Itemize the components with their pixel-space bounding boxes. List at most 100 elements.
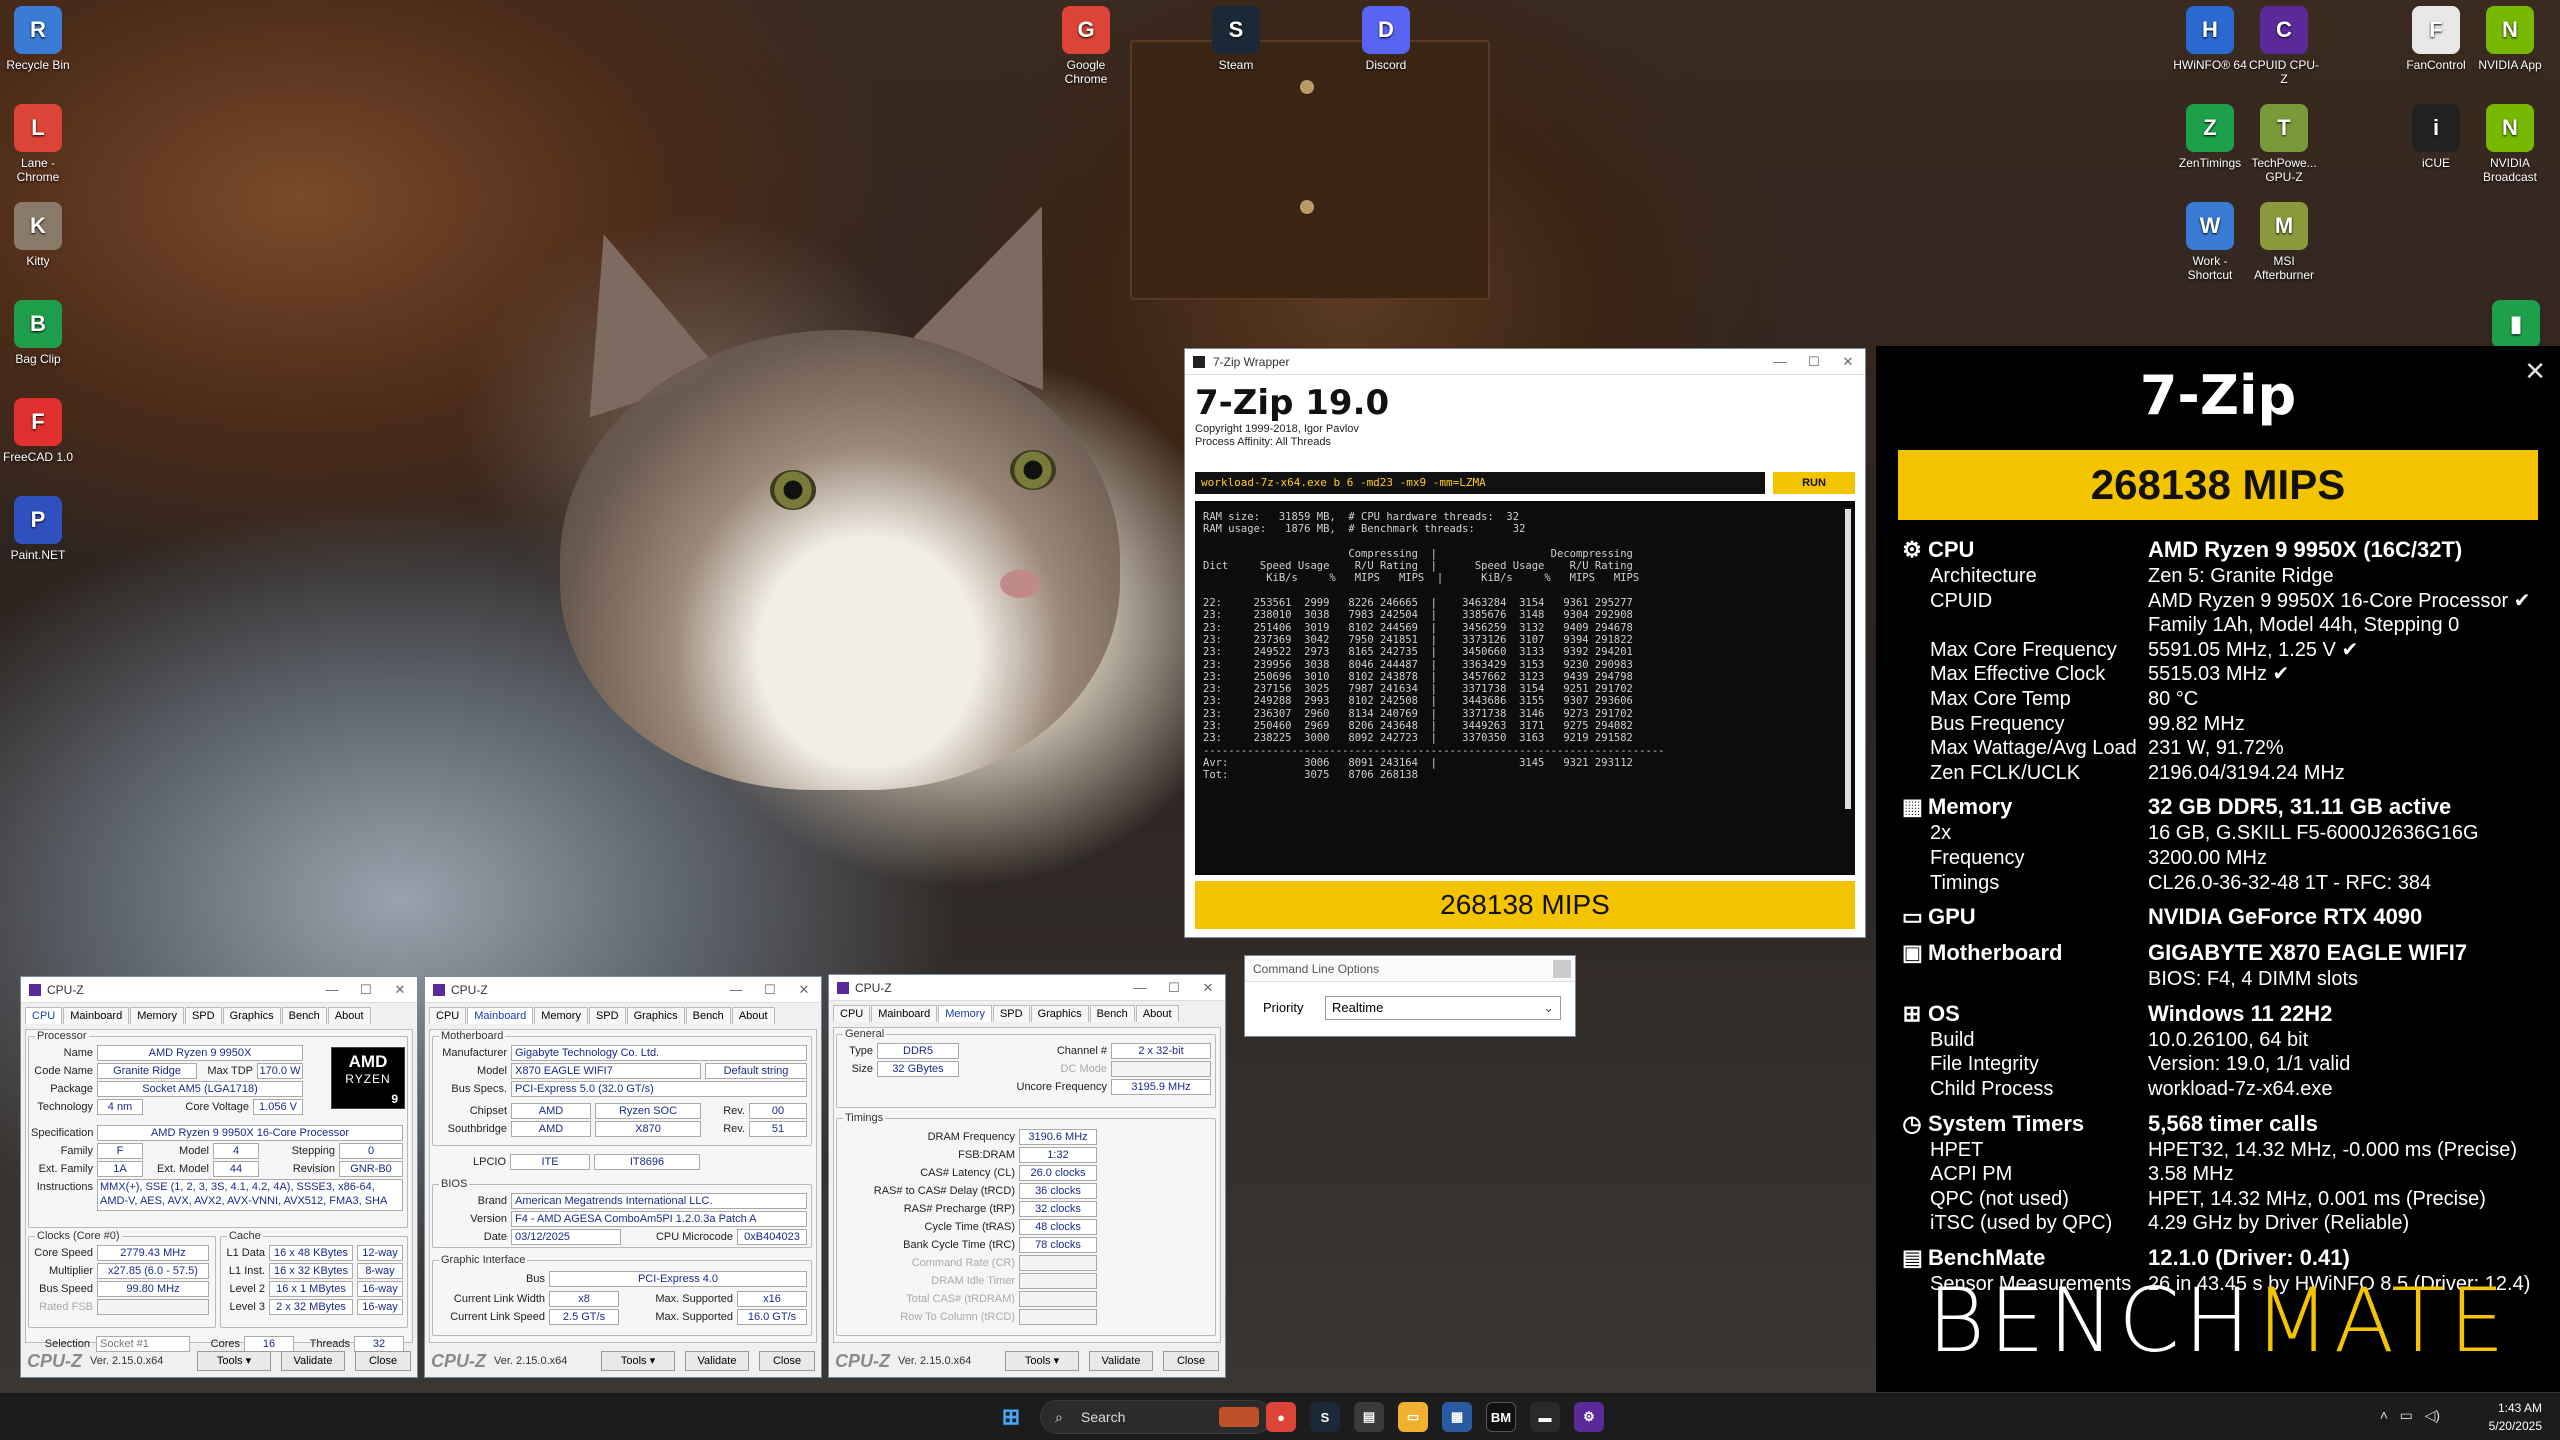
tab-graphics[interactable]: Graphics	[222, 1007, 281, 1024]
tab-spd[interactable]: SPD	[992, 1005, 1030, 1022]
priority-select[interactable]: Realtime ⌄	[1325, 996, 1561, 1020]
minimize-icon[interactable]: —	[1123, 980, 1157, 996]
validate-button[interactable]: Validate	[685, 1351, 749, 1371]
close-button[interactable]: Close	[1163, 1351, 1219, 1371]
minimize-icon[interactable]: —	[315, 982, 349, 998]
tab-about[interactable]: About	[1135, 1005, 1179, 1022]
clock[interactable]: 1:43 AM 5/20/2025	[2489, 1399, 2542, 1435]
title-bar[interactable]: CPU-Z — ☐ ✕	[829, 975, 1225, 1001]
maximize-icon[interactable]: ☐	[753, 982, 787, 998]
tab-graphics[interactable]: Graphics	[1030, 1005, 1089, 1022]
title-bar[interactable]: CPU-Z — ☐ ✕	[425, 977, 821, 1003]
cpuz-window-cpu[interactable]: CPU-Z — ☐ ✕ CPU Mainboard Memory SPD Graphics Be…	[20, 976, 418, 1378]
manufacturer-value: Gigabyte Technology Co. Ltd.	[511, 1045, 807, 1061]
tab-mainboard[interactable]: Mainboard	[871, 1005, 938, 1022]
tab-mainboard[interactable]: Mainboard	[63, 1007, 130, 1024]
desktop-icon[interactable]: G Google Chrome	[1048, 6, 1124, 86]
desktop-icon[interactable]: N NVIDIA App	[2472, 6, 2548, 72]
desktop-icon[interactable]: C CPUID CPU-Z	[2246, 6, 2322, 86]
title-bar[interactable]: 7-Zip Wrapper — ☐ ✕	[1185, 349, 1865, 375]
desktop-icon[interactable]: W Work - Shortcut	[2172, 202, 2248, 282]
close-button[interactable]: Close	[759, 1351, 815, 1371]
file-explorer-icon[interactable]: ▭	[1398, 1402, 1428, 1432]
desktop-icon[interactable]: M MSI Afterburner	[2246, 202, 2322, 282]
cpuz-app-icon	[837, 981, 849, 994]
task-manager-icon[interactable]: ▤	[1354, 1402, 1384, 1432]
tab-bench[interactable]: Bench	[685, 1007, 731, 1024]
tab-graphics[interactable]: Graphics	[626, 1007, 685, 1024]
l2-value: 16 x 1 MBytes	[269, 1281, 353, 1297]
validate-button[interactable]: Validate	[281, 1351, 345, 1371]
close-icon[interactable]: ✕	[383, 982, 417, 998]
tab-cpu[interactable]: CPU	[429, 1007, 467, 1024]
7zip-wrapper-window[interactable]: 7-Zip Wrapper — ☐ ✕ 7-Zip 19.0 Copyright 1…	[1184, 348, 1866, 938]
desktop-icon[interactable]: Z ZenTimings	[2172, 104, 2248, 170]
console-scrollbar[interactable]	[1845, 509, 1851, 809]
benchmark-console: RAM size: 31859 MB, # CPU hardware threa…	[1195, 501, 1855, 875]
benchmate-taskbar-icon[interactable]: BM	[1486, 1402, 1516, 1432]
maximize-icon[interactable]: ☐	[349, 982, 383, 998]
cpuz-taskbar-icon[interactable]: ⚙	[1574, 1402, 1604, 1432]
close-icon[interactable]: ✕	[787, 982, 821, 998]
clo-close-icon[interactable]	[1553, 960, 1571, 978]
desktop-icon[interactable]: S Steam	[1198, 6, 1274, 72]
tab-cpu[interactable]: CPU	[25, 1007, 63, 1024]
tab-about[interactable]: About	[327, 1007, 371, 1024]
desktop-icon[interactable]: T TechPowe... GPU-Z	[2246, 104, 2322, 184]
desktop-icon[interactable]: B Bag Clip	[0, 300, 76, 366]
tab-cpu[interactable]: CPU	[833, 1005, 871, 1022]
tab-bench[interactable]: Bench	[281, 1007, 327, 1024]
minimize-icon[interactable]: —	[1763, 354, 1797, 370]
tab-spd[interactable]: SPD	[588, 1007, 626, 1024]
group-label: Graphic Interface	[439, 1254, 528, 1266]
tab-memory[interactable]: Memory	[534, 1007, 588, 1024]
close-button[interactable]: Close	[355, 1351, 411, 1371]
desktop-icon[interactable]: N NVIDIA Broadcast	[2472, 104, 2548, 184]
run-button[interactable]: RUN	[1773, 472, 1855, 494]
bm-row: Child Process workload-7z-x64.exe	[1876, 1077, 2560, 1101]
desktop-icon[interactable]: D Discord	[1348, 6, 1424, 72]
maximize-icon[interactable]: ☐	[1157, 980, 1191, 996]
chrome-icon[interactable]: ●	[1266, 1402, 1296, 1432]
validate-button[interactable]: Validate	[1089, 1351, 1153, 1371]
search-box[interactable]: ⌕ Search	[1040, 1400, 1272, 1434]
command-line-options-window[interactable]: Command Line Options Priority Realtime ⌄	[1244, 955, 1576, 1037]
desktop-icon[interactable]: P Paint.NET	[0, 496, 76, 562]
nvidia-broadcast-icon: N	[2486, 104, 2534, 152]
tools-button[interactable]: Tools ▾	[1005, 1351, 1079, 1371]
tab-memory[interactable]: Memory	[938, 1005, 992, 1022]
desktop-icon[interactable]: H HWiNFO® 64	[2172, 6, 2248, 72]
bm-key: ⚙ CPU	[1902, 538, 1974, 562]
desktop-icon[interactable]: L Lane - Chrome	[0, 104, 76, 184]
steam-icon[interactable]: S	[1310, 1402, 1340, 1432]
bm-key-text: Max Core Frequency	[1930, 638, 2117, 661]
desktop-icon-partial[interactable]: ▮	[2478, 300, 2554, 352]
desktop-icon[interactable]: K Kitty	[0, 202, 76, 268]
cpuz-window-mainboard[interactable]: CPU-Z — ☐ ✕ CPU Mainboard Memory SPD Graphics Be…	[424, 976, 822, 1378]
desktop-icon[interactable]: F FreeCAD 1.0	[0, 398, 76, 464]
close-icon[interactable]: ✕	[1831, 354, 1865, 370]
desktop-icon[interactable]: i iCUE	[2398, 104, 2474, 170]
tab-about[interactable]: About	[731, 1007, 775, 1024]
tools-button[interactable]: Tools ▾	[601, 1351, 675, 1371]
close-icon[interactable]: ✕	[1191, 980, 1225, 996]
dresser-knob	[1300, 80, 1314, 94]
terminal-icon[interactable]: ▬	[1530, 1402, 1560, 1432]
tab-bench[interactable]: Bench	[1089, 1005, 1135, 1022]
minimize-icon[interactable]: —	[719, 982, 753, 998]
tools-button[interactable]: Tools ▾	[197, 1351, 271, 1371]
tab-mainboard[interactable]: Mainboard	[467, 1007, 534, 1024]
start-button[interactable]: ⊞	[996, 1402, 1026, 1432]
bm-row: Bus Frequency 99.82 MHz	[1876, 712, 2560, 736]
desktop-icon[interactable]: R Recycle Bin	[0, 6, 76, 72]
tray-icons[interactable]: ˄ ▭ ◁)	[2380, 1407, 2440, 1424]
store-icon[interactable]: ▦	[1442, 1402, 1472, 1432]
cpuz-window-memory[interactable]: CPU-Z — ☐ ✕ CPU Mainboard Memory SPD Graphics Be…	[828, 974, 1226, 1378]
tab-spd[interactable]: SPD	[184, 1007, 222, 1024]
desktop-icon[interactable]: F FanControl	[2398, 6, 2474, 72]
command-input[interactable]: workload-7z-x64.exe b 6 -md23 -mx9 -mm=L…	[1195, 472, 1765, 494]
ryzen-tier-text: 9	[391, 1092, 398, 1106]
tab-memory[interactable]: Memory	[130, 1007, 184, 1024]
maximize-icon[interactable]: ☐	[1797, 354, 1831, 370]
title-bar[interactable]: CPU-Z — ☐ ✕	[21, 977, 417, 1003]
